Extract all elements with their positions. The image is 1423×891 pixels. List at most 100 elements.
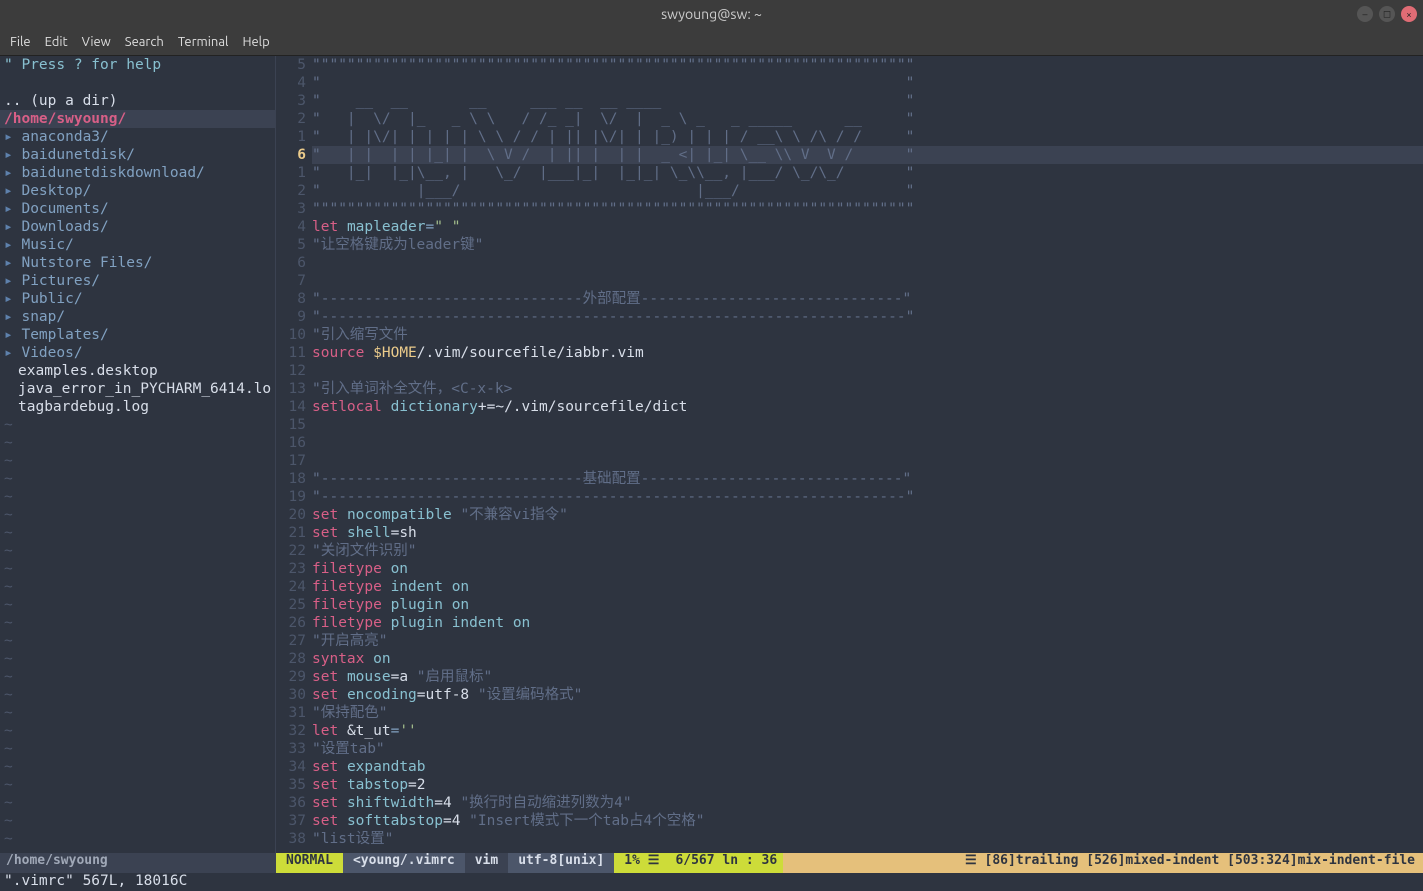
- line-number: 5: [276, 236, 306, 254]
- line-number: 37: [276, 812, 306, 830]
- line-number: 35: [276, 776, 306, 794]
- nerdtree-dir[interactable]: ▸ Videos/: [0, 344, 275, 362]
- line-number: 26: [276, 614, 306, 632]
- window-title: swyoung@sw: ~: [661, 6, 762, 22]
- nerdtree-dir[interactable]: ▸ baidunetdiskdownload/: [0, 164, 275, 182]
- empty-line-tilde: ~: [0, 488, 275, 506]
- menu-view[interactable]: View: [82, 35, 111, 49]
- whitespace-warning: ☰ [86]trailing [526]mixed-indent [503:32…: [783, 853, 1423, 873]
- nerdtree-help: " Press ? for help: [0, 56, 275, 74]
- window-titlebar: swyoung@sw: ~ – ◻ ×: [0, 0, 1423, 28]
- empty-line-tilde: ~: [0, 776, 275, 794]
- empty-line-tilde: ~: [0, 704, 275, 722]
- nerdtree-cwd[interactable]: /home/swyoung/: [0, 110, 275, 128]
- line-number: 16: [276, 434, 306, 452]
- code-area[interactable]: """"""""""""""""""""""""""""""""""""""""…: [312, 56, 1423, 853]
- nerdtree-updir[interactable]: .. (up a dir): [0, 92, 275, 110]
- nerdtree-dir[interactable]: ▸ Music/: [0, 236, 275, 254]
- menu-edit[interactable]: Edit: [45, 35, 68, 49]
- empty-line-tilde: ~: [0, 758, 275, 776]
- empty-line-tilde: ~: [0, 416, 275, 434]
- line-number: 33: [276, 740, 306, 758]
- nerdtree-dir[interactable]: ▸ Pictures/: [0, 272, 275, 290]
- nerdtree-dir[interactable]: ▸ Desktop/: [0, 182, 275, 200]
- line-number: 23: [276, 560, 306, 578]
- line-number: 30: [276, 686, 306, 704]
- line-number: 4: [276, 74, 306, 92]
- empty-line-tilde: ~: [0, 668, 275, 686]
- encoding: utf-8[unix]: [508, 853, 614, 873]
- main-area: " Press ? for help .. (up a dir) /home/s…: [0, 56, 1423, 853]
- line-number: 29: [276, 668, 306, 686]
- line-number: 3: [276, 92, 306, 110]
- line-number: 1: [276, 164, 306, 182]
- line-number: 22: [276, 542, 306, 560]
- close-icon[interactable]: ×: [1401, 6, 1417, 22]
- tabline-label[interactable]: /home/swyoung: [0, 853, 276, 873]
- empty-line-tilde: ~: [0, 524, 275, 542]
- command-line[interactable]: ".vimrc" 567L, 18016C: [0, 873, 1423, 891]
- menu-search[interactable]: Search: [125, 35, 164, 49]
- nerdtree-dir[interactable]: ▸ snap/: [0, 308, 275, 326]
- empty-line-tilde: ~: [0, 722, 275, 740]
- empty-line-tilde: ~: [0, 794, 275, 812]
- line-number: 20: [276, 506, 306, 524]
- nerdtree-file[interactable]: examples.desktop: [0, 362, 275, 380]
- mode-indicator: NORMAL: [276, 853, 343, 873]
- line-number: 28: [276, 650, 306, 668]
- empty-line-tilde: ~: [0, 596, 275, 614]
- line-number: 17: [276, 452, 306, 470]
- cursor-line: " | | | | |_| | \ V / | || | | | _ <| |_…: [312, 146, 1423, 164]
- menu-file[interactable]: File: [10, 35, 31, 49]
- nerdtree-dir[interactable]: ▸ Nutstore Files/: [0, 254, 275, 272]
- line-number: 25: [276, 596, 306, 614]
- line-number: 12: [276, 362, 306, 380]
- empty-line-tilde: ~: [0, 542, 275, 560]
- empty-line-tilde: ~: [0, 560, 275, 578]
- nerdtree-dir[interactable]: ▸ Templates/: [0, 326, 275, 344]
- nerdtree-dir[interactable]: ▸ Downloads/: [0, 218, 275, 236]
- nerdtree-sidebar[interactable]: " Press ? for help .. (up a dir) /home/s…: [0, 56, 276, 853]
- nerdtree-file[interactable]: java_error_in_PYCHARM_6414.lo: [0, 380, 275, 398]
- line-number: 14: [276, 398, 306, 416]
- menu-help[interactable]: Help: [242, 35, 269, 49]
- line-number: 2: [276, 110, 306, 128]
- empty-line-tilde: ~: [0, 686, 275, 704]
- editor-pane[interactable]: 5432161234567891011121314151617181920212…: [276, 56, 1423, 853]
- filetype: vim: [465, 853, 508, 873]
- nerdtree-dir[interactable]: ▸ anaconda3/: [0, 128, 275, 146]
- minimize-icon[interactable]: –: [1357, 6, 1373, 22]
- maximize-icon[interactable]: ◻: [1379, 6, 1395, 22]
- empty-line-tilde: ~: [0, 578, 275, 596]
- nerdtree-dir[interactable]: ▸ baidunetdisk/: [0, 146, 275, 164]
- empty-line-tilde: ~: [0, 740, 275, 758]
- line-number-gutter: 5432161234567891011121314151617181920212…: [276, 56, 312, 853]
- empty-line-tilde: ~: [0, 650, 275, 668]
- line-number: 18: [276, 470, 306, 488]
- line-number: 3: [276, 200, 306, 218]
- menu-terminal[interactable]: Terminal: [178, 35, 229, 49]
- line-number: 34: [276, 758, 306, 776]
- line-number: 7: [276, 272, 306, 290]
- empty-line-tilde: ~: [0, 614, 275, 632]
- empty-line-tilde: ~: [0, 812, 275, 830]
- nerdtree-file[interactable]: tagbardebug.log: [0, 398, 275, 416]
- line-number: 31: [276, 704, 306, 722]
- empty-line-tilde: ~: [0, 434, 275, 452]
- line-number: 27: [276, 632, 306, 650]
- menubar: File Edit View Search Terminal Help: [0, 28, 1423, 56]
- nerdtree-dir[interactable]: ▸ Documents/: [0, 200, 275, 218]
- empty-line-tilde: ~: [0, 632, 275, 650]
- line-number: 19: [276, 488, 306, 506]
- line-number: 6: [276, 254, 306, 272]
- line-number: 11: [276, 344, 306, 362]
- empty-line-tilde: ~: [0, 470, 275, 488]
- nerdtree-dir[interactable]: ▸ Public/: [0, 290, 275, 308]
- line-number: 8: [276, 290, 306, 308]
- file-path: <young/.vimrc: [343, 853, 465, 873]
- line-number: 1: [276, 128, 306, 146]
- line-number: 36: [276, 794, 306, 812]
- line-number: 15: [276, 416, 306, 434]
- line-number: 21: [276, 524, 306, 542]
- empty-line-tilde: ~: [0, 506, 275, 524]
